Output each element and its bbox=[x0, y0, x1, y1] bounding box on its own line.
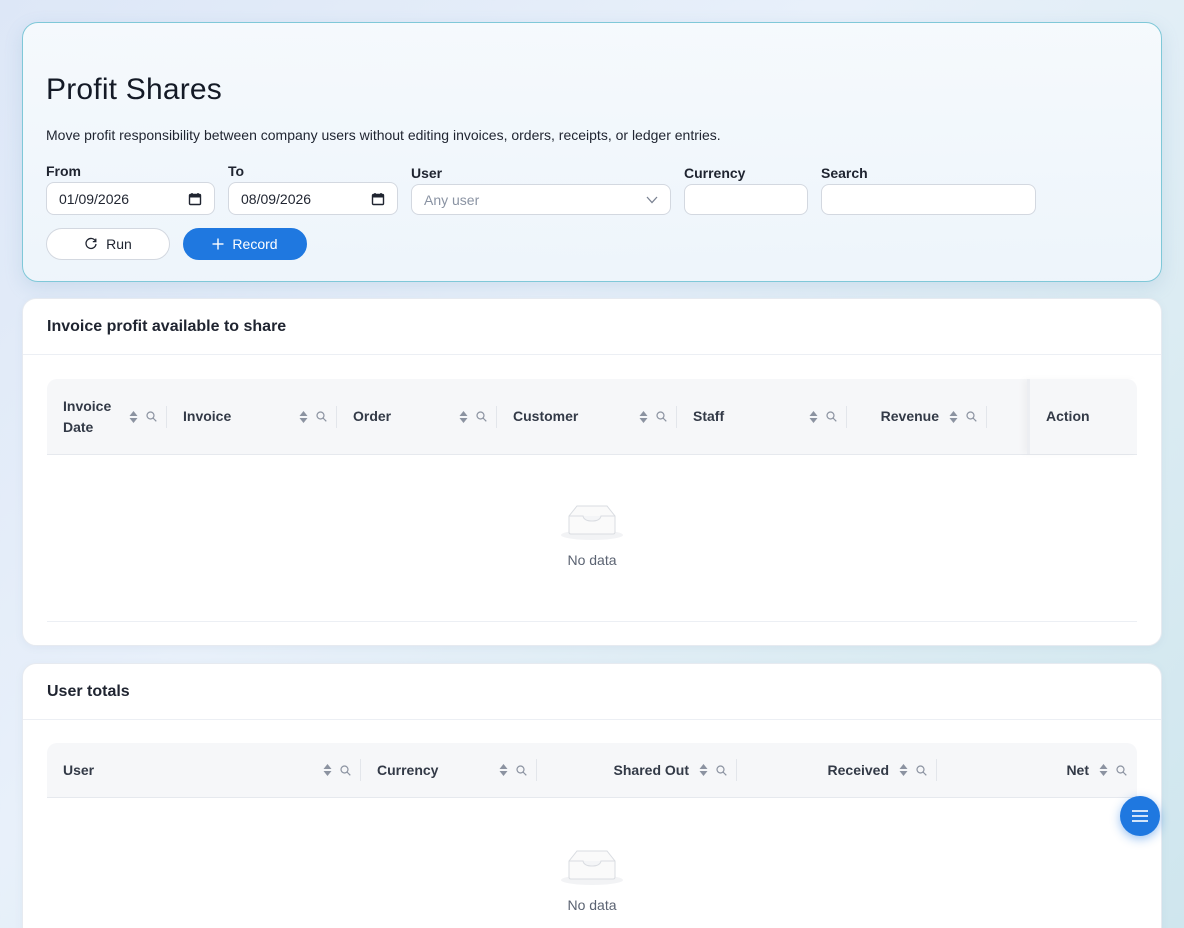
column-revenue[interactable]: Revenue bbox=[847, 379, 987, 454]
search-icon[interactable] bbox=[716, 764, 727, 776]
column-staff[interactable]: Staff bbox=[677, 379, 847, 454]
plus-icon bbox=[212, 238, 224, 250]
column-customer[interactable]: Customer bbox=[497, 379, 677, 454]
filter-panel: Profit Shares Move profit responsibility… bbox=[22, 22, 1162, 282]
column-label: Action bbox=[1046, 408, 1090, 424]
invoice-profit-title: Invoice profit available to share bbox=[23, 299, 1161, 355]
run-button-label: Run bbox=[106, 236, 132, 252]
search-icon[interactable] bbox=[966, 411, 977, 422]
column-label: Invoice Date bbox=[63, 397, 112, 435]
sort-icon[interactable] bbox=[499, 763, 508, 777]
column-label: Currency bbox=[377, 761, 439, 778]
user-label: User bbox=[411, 165, 443, 181]
refresh-icon bbox=[84, 237, 98, 251]
sort-icon[interactable] bbox=[639, 410, 648, 424]
sort-icon[interactable] bbox=[949, 410, 958, 424]
table-bottom-divider bbox=[47, 621, 1137, 622]
search-icon[interactable] bbox=[516, 764, 527, 776]
empty-text: No data bbox=[567, 552, 617, 568]
sort-icon[interactable] bbox=[1099, 763, 1108, 777]
column-spacer bbox=[987, 379, 1027, 454]
column-label: Staff bbox=[693, 408, 725, 424]
currency-label: Currency bbox=[684, 165, 746, 181]
to-date-value: 08/09/2026 bbox=[241, 190, 312, 207]
sort-icon[interactable] bbox=[899, 763, 908, 777]
record-button-label: Record bbox=[232, 236, 278, 252]
to-label: To bbox=[228, 163, 245, 179]
search-icon[interactable] bbox=[656, 411, 667, 422]
column-invoice[interactable]: Invoice bbox=[167, 379, 337, 454]
menu-fab-button[interactable] bbox=[1120, 796, 1160, 836]
invoice-empty-state: No data bbox=[47, 499, 1137, 568]
record-button[interactable]: Record bbox=[183, 228, 307, 260]
sort-icon[interactable] bbox=[459, 410, 468, 424]
search-icon[interactable] bbox=[1116, 764, 1127, 776]
currency-input[interactable] bbox=[684, 184, 808, 215]
calendar-icon[interactable] bbox=[371, 192, 385, 206]
calendar-icon[interactable] bbox=[188, 192, 202, 206]
sort-icon[interactable] bbox=[323, 763, 332, 777]
search-label: Search bbox=[821, 165, 868, 181]
search-icon[interactable] bbox=[340, 764, 351, 776]
page-title: Profit Shares bbox=[46, 73, 223, 106]
search-input[interactable] bbox=[821, 184, 1036, 215]
column-label: User bbox=[63, 761, 95, 778]
column-action: Action bbox=[1027, 379, 1137, 454]
menu-icon bbox=[1132, 809, 1148, 823]
sort-icon[interactable] bbox=[129, 410, 138, 424]
empty-text: No data bbox=[567, 897, 617, 913]
chevron-down-icon bbox=[646, 196, 658, 204]
column-net[interactable]: Net bbox=[937, 743, 1137, 797]
column-label: Received bbox=[827, 761, 889, 778]
from-date-input[interactable]: 01/09/2026 bbox=[46, 182, 215, 215]
sort-icon[interactable] bbox=[809, 410, 818, 424]
search-icon[interactable] bbox=[146, 411, 157, 422]
from-date-value: 01/09/2026 bbox=[59, 190, 130, 207]
column-label: Invoice bbox=[183, 408, 232, 424]
invoice-table-header: Invoice Date Invoice Order Customer Staf… bbox=[47, 379, 1137, 455]
column-label: Order bbox=[353, 408, 392, 424]
column-label: Revenue bbox=[880, 408, 939, 424]
page-subtitle: Move profit responsibility between compa… bbox=[46, 127, 721, 143]
search-icon[interactable] bbox=[826, 411, 837, 422]
empty-inbox-icon bbox=[560, 499, 624, 546]
search-icon[interactable] bbox=[316, 411, 327, 422]
user-select[interactable]: Any user bbox=[411, 184, 671, 215]
user-totals-empty-state: No data bbox=[47, 844, 1137, 913]
column-order[interactable]: Order bbox=[337, 379, 497, 454]
column-label: Shared Out bbox=[613, 761, 689, 778]
column-label: Net bbox=[1066, 761, 1089, 778]
empty-inbox-icon bbox=[560, 844, 624, 891]
user-totals-table-header: User Currency Shared Out Received Net bbox=[47, 743, 1137, 798]
sort-icon[interactable] bbox=[299, 410, 308, 424]
invoice-profit-card: Invoice profit available to share Invoic… bbox=[22, 298, 1162, 646]
search-icon[interactable] bbox=[476, 411, 487, 422]
column-label: Customer bbox=[513, 408, 579, 424]
column-invoice-date[interactable]: Invoice Date bbox=[47, 379, 167, 454]
run-button[interactable]: Run bbox=[46, 228, 170, 260]
user-totals-title: User totals bbox=[23, 664, 1161, 720]
column-shared-out[interactable]: Shared Out bbox=[537, 743, 737, 797]
user-totals-card: User totals User Currency Shared Out Rec… bbox=[22, 663, 1162, 928]
column-received[interactable]: Received bbox=[737, 743, 937, 797]
column-user[interactable]: User bbox=[47, 743, 361, 797]
search-icon[interactable] bbox=[916, 764, 927, 776]
to-date-input[interactable]: 08/09/2026 bbox=[228, 182, 398, 215]
column-currency[interactable]: Currency bbox=[361, 743, 537, 797]
from-label: From bbox=[46, 163, 81, 179]
sort-icon[interactable] bbox=[699, 763, 708, 777]
user-select-placeholder: Any user bbox=[424, 191, 480, 208]
